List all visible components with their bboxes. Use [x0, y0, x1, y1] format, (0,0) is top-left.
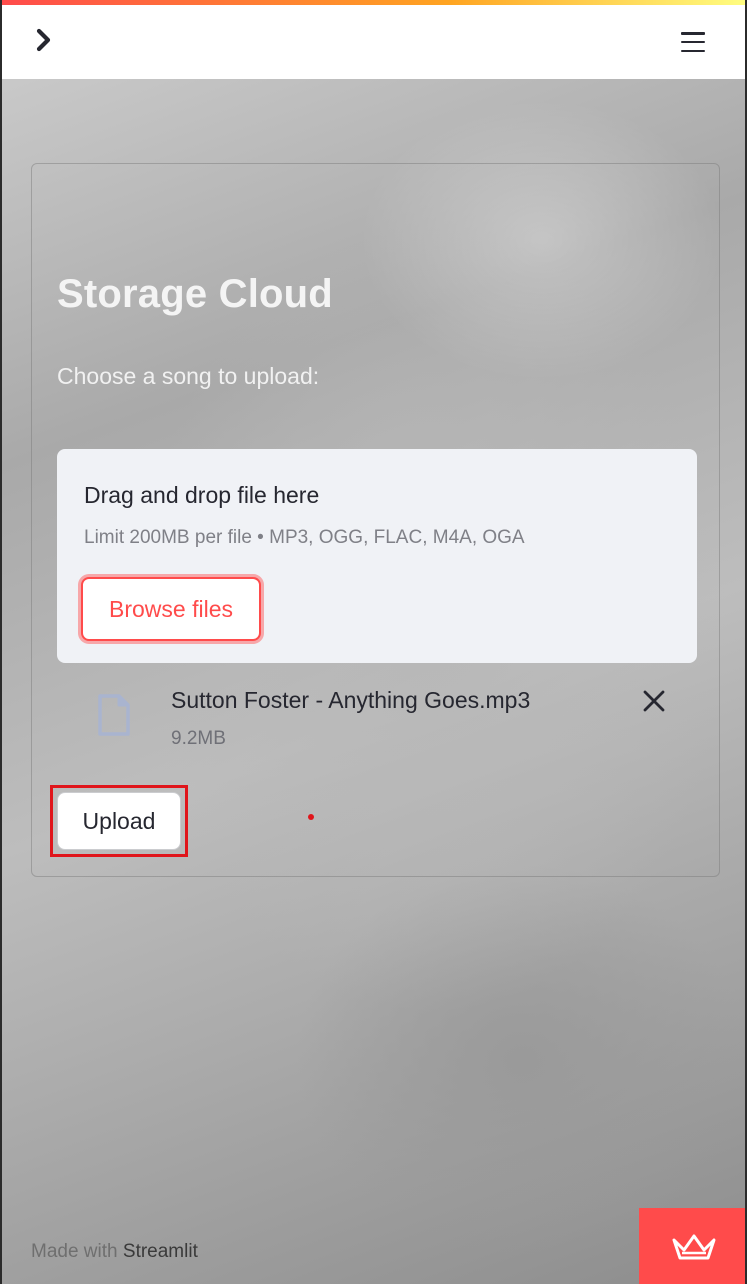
- footer-made-with-text: Made with: [31, 1241, 118, 1262]
- uploader-label: Choose a song to upload:: [57, 363, 320, 389]
- uploaded-file-size: 9.2MB: [171, 728, 226, 749]
- hamburger-menu-icon[interactable]: [681, 32, 705, 54]
- dropzone-limit-text: Limit 200MB per file • MP3, OGG, FLAC, M…: [84, 527, 525, 548]
- uploaded-file-name: Sutton Foster - Anything Goes.mp3: [171, 687, 531, 713]
- app-page: Storage Cloud Choose a song to upload: D…: [0, 0, 747, 1284]
- chevron-right-icon[interactable]: [32, 27, 58, 53]
- footer-streamlit-link[interactable]: Streamlit: [123, 1241, 198, 1262]
- file-dropzone[interactable]: Drag and drop file here Limit 200MB per …: [57, 449, 697, 663]
- app-header: [2, 5, 745, 79]
- crown-icon: [672, 1234, 716, 1260]
- browse-files-button[interactable]: Browse files: [81, 577, 261, 641]
- close-icon[interactable]: [642, 689, 666, 713]
- cursor-marker: [308, 814, 314, 820]
- streamlit-badge-button[interactable]: [639, 1208, 745, 1284]
- footer-made-with: Made with Streamlit: [31, 1241, 198, 1263]
- page-title: Storage Cloud: [57, 272, 333, 316]
- file-icon: [97, 694, 131, 736]
- upload-button[interactable]: Upload: [57, 792, 181, 850]
- dropzone-instruction: Drag and drop file here: [84, 482, 320, 508]
